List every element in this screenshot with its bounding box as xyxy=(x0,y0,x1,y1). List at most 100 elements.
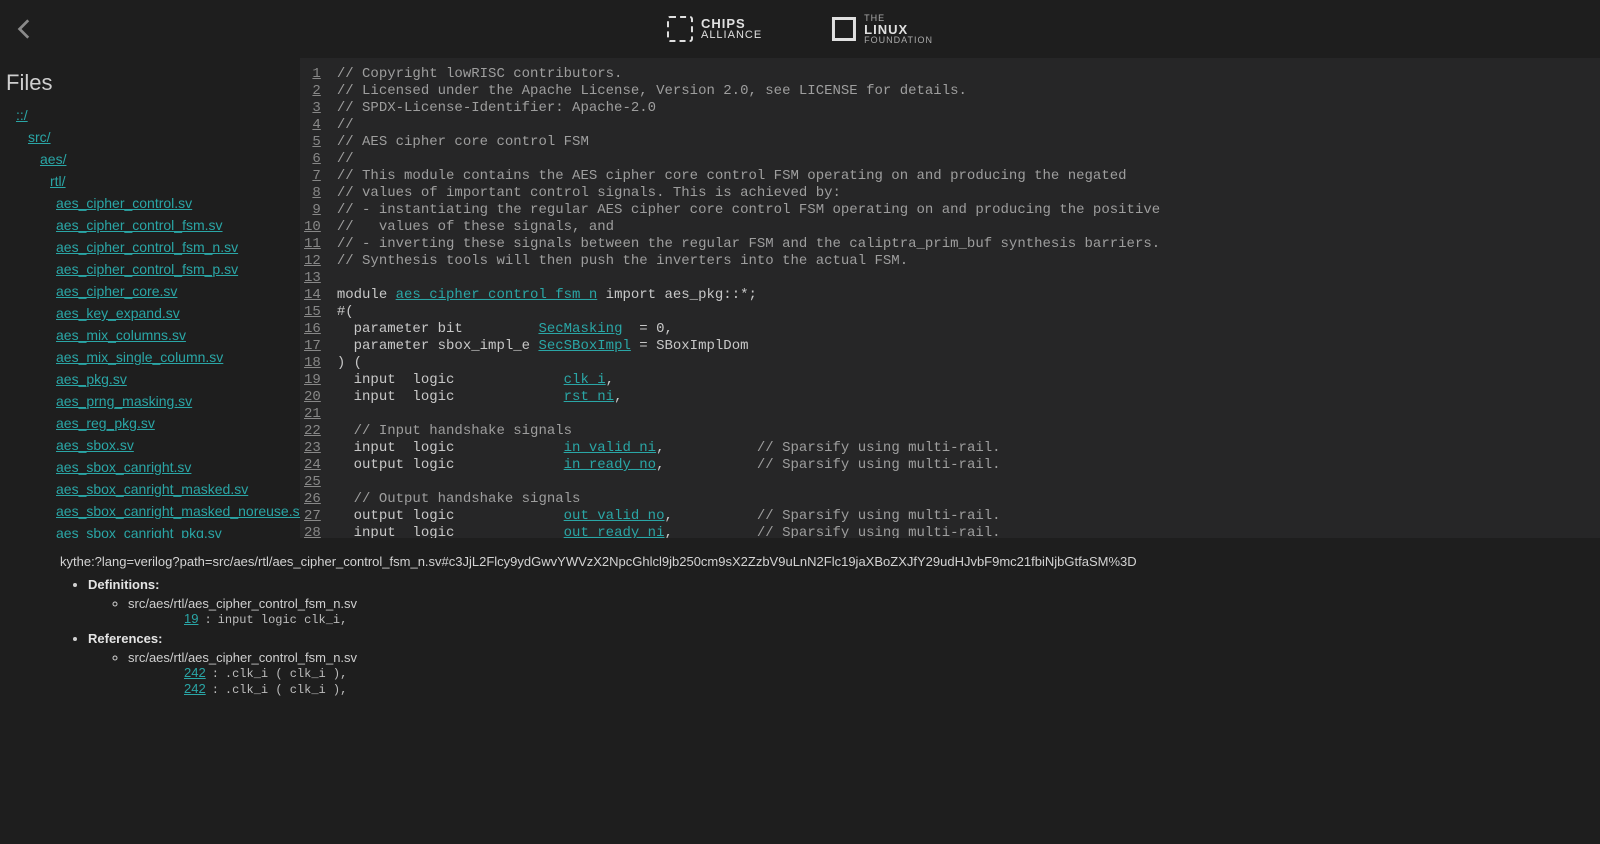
line-number[interactable]: 17 xyxy=(304,338,321,355)
line-number[interactable]: 26 xyxy=(304,491,321,508)
code-line: ) ( xyxy=(337,355,1160,372)
definition-line-link[interactable]: 19 xyxy=(184,611,198,626)
chips-text-1: CHIPS xyxy=(701,17,762,30)
line-number[interactable]: 16 xyxy=(304,321,321,338)
tree-file[interactable]: aes_cipher_core.sv xyxy=(56,283,177,299)
line-number[interactable]: 6 xyxy=(304,151,321,168)
tree-dir-aes[interactable]: aes/ xyxy=(40,151,66,167)
tree-file[interactable]: aes_sbox_canright.sv xyxy=(56,459,191,475)
code-identifier[interactable]: in_ready_no xyxy=(564,457,656,473)
code-line: #( xyxy=(337,304,1160,321)
definitions-heading: Definitions: xyxy=(88,577,160,592)
tree-file[interactable]: aes_cipher_control_fsm_n.sv xyxy=(56,239,238,255)
tree-file[interactable]: aes_pkg.sv xyxy=(56,371,127,387)
code-line: // Copyright lowRISC contributors. xyxy=(337,66,1160,83)
line-number[interactable]: 12 xyxy=(304,253,321,270)
reference-line-link[interactable]: 242 xyxy=(184,665,206,680)
code-identifier[interactable]: aes_cipher_control_fsm_n xyxy=(396,287,598,303)
definition-code: input logic clk_i, xyxy=(218,613,348,627)
code-line: input logic in_valid_ni, // Sparsify usi… xyxy=(337,440,1160,457)
code-line: // - instantiating the regular AES ciphe… xyxy=(337,202,1160,219)
definition-file: src/aes/rtl/aes_cipher_control_fsm_n.sv xyxy=(128,596,357,611)
code-content: // Copyright lowRISC contributors.// Lic… xyxy=(327,58,1170,538)
code-identifier[interactable]: rst_ni xyxy=(564,389,614,405)
line-number[interactable]: 5 xyxy=(304,134,321,151)
code-line xyxy=(337,270,1160,287)
line-number[interactable]: 19 xyxy=(304,372,321,389)
line-number[interactable]: 24 xyxy=(304,457,321,474)
line-number[interactable]: 20 xyxy=(304,389,321,406)
line-number[interactable]: 14 xyxy=(304,287,321,304)
code-line: // AES cipher core control FSM xyxy=(337,134,1160,151)
tree-file[interactable]: aes_sbox_canright_masked.sv xyxy=(56,481,248,497)
file-sidebar: Files ::/ src/ aes/ rtl/ aes_cipher_cont… xyxy=(0,58,300,538)
tree-file[interactable]: aes_key_expand.sv xyxy=(56,305,180,321)
line-number[interactable]: 23 xyxy=(304,440,321,457)
code-line: // xyxy=(337,151,1160,168)
reference-line-link[interactable]: 242 xyxy=(184,681,206,696)
line-number[interactable]: 11 xyxy=(304,236,321,253)
line-number[interactable]: 10 xyxy=(304,219,321,236)
code-line: // xyxy=(337,117,1160,134)
code-identifier[interactable]: in_valid_ni xyxy=(564,440,656,456)
code-line: parameter sbox_impl_e SecSBoxImpl = SBox… xyxy=(337,338,1160,355)
code-identifier[interactable]: SecSBoxImpl xyxy=(538,338,630,354)
tree-file[interactable]: aes_sbox.sv xyxy=(56,437,134,453)
line-number[interactable]: 21 xyxy=(304,406,321,423)
line-number[interactable]: 7 xyxy=(304,168,321,185)
code-line xyxy=(337,474,1160,491)
tree-dir-src[interactable]: src/ xyxy=(28,129,51,145)
code-identifier[interactable]: out_valid_no xyxy=(564,508,665,524)
back-arrow-icon[interactable] xyxy=(12,16,38,45)
code-line: // Synthesis tools will then push the in… xyxy=(337,253,1160,270)
code-identifier[interactable]: out_ready_ni xyxy=(564,525,665,538)
line-number[interactable]: 1 xyxy=(304,66,321,83)
file-tree: ::/ src/ aes/ rtl/ aes_cipher_control.sv… xyxy=(6,104,294,538)
definition-colon: : xyxy=(204,613,211,627)
line-number[interactable]: 8 xyxy=(304,185,321,202)
tree-file[interactable]: aes_reg_pkg.sv xyxy=(56,415,155,431)
code-identifier[interactable]: SecMasking xyxy=(538,321,622,337)
line-number[interactable]: 22 xyxy=(304,423,321,440)
code-line: input logic rst_ni, xyxy=(337,389,1160,406)
tree-dir-rtl[interactable]: rtl/ xyxy=(50,173,66,189)
line-number[interactable]: 13 xyxy=(304,270,321,287)
chips-alliance-logo[interactable]: CHIPS ALLIANCE xyxy=(667,16,762,42)
line-number[interactable]: 9 xyxy=(304,202,321,219)
line-number[interactable]: 27 xyxy=(304,508,321,525)
header: CHIPS ALLIANCE THE LINUX FOUNDATION xyxy=(0,0,1600,58)
tree-file[interactable]: aes_mix_single_column.sv xyxy=(56,349,223,365)
line-number[interactable]: 2 xyxy=(304,83,321,100)
code-line: // values of important control signals. … xyxy=(337,185,1160,202)
line-number[interactable]: 28 xyxy=(304,525,321,538)
tree-file[interactable]: aes_cipher_control.sv xyxy=(56,195,192,211)
reference-code: .clk_i ( clk_i ), xyxy=(225,667,347,681)
linux-foundation-logo[interactable]: THE LINUX FOUNDATION xyxy=(832,14,933,45)
tree-file[interactable]: aes_sbox_canright_pkg.sv xyxy=(56,525,222,538)
tree-file[interactable]: aes_prng_masking.sv xyxy=(56,393,192,409)
main-area: Files ::/ src/ aes/ rtl/ aes_cipher_cont… xyxy=(0,58,1600,538)
tree-file[interactable]: aes_cipher_control_fsm_p.sv xyxy=(56,261,238,277)
code-line: output logic out_valid_no, // Sparsify u… xyxy=(337,508,1160,525)
code-line: // This module contains the AES cipher c… xyxy=(337,168,1160,185)
code-line: // Input handshake signals xyxy=(337,423,1160,440)
line-number[interactable]: 3 xyxy=(304,100,321,117)
tree-root[interactable]: ::/ xyxy=(16,107,28,123)
reference-file: src/aes/rtl/aes_cipher_control_fsm_n.sv xyxy=(128,650,357,665)
code-identifier[interactable]: clk_i xyxy=(564,372,606,388)
line-number[interactable]: 18 xyxy=(304,355,321,372)
line-gutter: 1234567891011121314151617181920212223242… xyxy=(300,58,327,538)
tree-file[interactable]: aes_mix_columns.sv xyxy=(56,327,186,343)
code-line: // Output handshake signals xyxy=(337,491,1160,508)
code-line: // SPDX-License-Identifier: Apache-2.0 xyxy=(337,100,1160,117)
code-line: input logic out_ready_ni, // Sparsify us… xyxy=(337,525,1160,538)
chip-icon xyxy=(667,16,693,42)
kythe-uri: kythe:?lang=verilog?path=src/aes/rtl/aes… xyxy=(60,554,1540,569)
header-logos: CHIPS ALLIANCE THE LINUX FOUNDATION xyxy=(667,14,933,45)
tree-file[interactable]: aes_cipher_control_fsm.sv xyxy=(56,217,223,233)
line-number[interactable]: 4 xyxy=(304,117,321,134)
code-line: // values of these signals, and xyxy=(337,219,1160,236)
tree-file[interactable]: aes_sbox_canright_masked_noreuse.sv xyxy=(56,503,300,519)
line-number[interactable]: 25 xyxy=(304,474,321,491)
line-number[interactable]: 15 xyxy=(304,304,321,321)
